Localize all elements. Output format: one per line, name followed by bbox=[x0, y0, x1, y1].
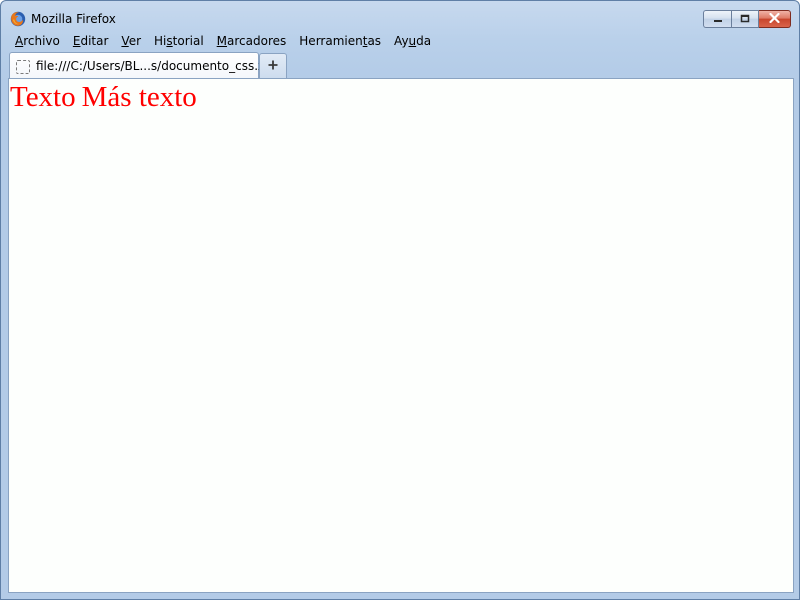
window-controls bbox=[703, 10, 791, 28]
tab-strip: file:///C:/Users/BL...s/documento_css.xm… bbox=[7, 52, 793, 78]
tab-documento-css[interactable]: file:///C:/Users/BL...s/documento_css.xm… bbox=[9, 52, 280, 78]
minimize-button[interactable] bbox=[703, 10, 731, 28]
menu-ayuda[interactable]: Ayuda bbox=[387, 32, 437, 50]
menu-ver[interactable]: Ver bbox=[114, 32, 147, 50]
new-tab-button[interactable] bbox=[259, 53, 287, 78]
browser-window: Mozilla Firefox Archivo Editar Ver Histo… bbox=[0, 0, 800, 600]
close-button[interactable] bbox=[759, 10, 791, 28]
menu-bar: Archivo Editar Ver Historial Marcadores … bbox=[8, 32, 437, 50]
text-span-2: Más texto bbox=[81, 81, 197, 113]
page-content: Texto Más texto bbox=[8, 78, 794, 593]
blank-page-icon bbox=[16, 60, 30, 74]
window-title: Mozilla Firefox bbox=[31, 12, 116, 26]
title-bar[interactable]: Mozilla Firefox bbox=[1, 1, 799, 31]
close-icon bbox=[769, 12, 780, 26]
text-span-1: Texto bbox=[10, 81, 76, 113]
minimize-icon bbox=[713, 12, 723, 26]
maximize-button[interactable] bbox=[731, 10, 759, 28]
maximize-icon bbox=[740, 12, 750, 26]
menu-marcadores[interactable]: Marcadores bbox=[210, 32, 293, 50]
tab-title: file:///C:/Users/BL...s/documento_css.xm… bbox=[36, 59, 281, 73]
menu-historial[interactable]: Historial bbox=[147, 32, 210, 50]
menu-archivo[interactable]: Archivo bbox=[8, 32, 66, 50]
firefox-icon bbox=[10, 11, 26, 27]
plus-icon bbox=[267, 58, 279, 74]
document-text: Texto Más texto bbox=[10, 81, 197, 114]
menu-herramientas[interactable]: Herramientas bbox=[292, 32, 387, 50]
menu-editar[interactable]: Editar bbox=[66, 32, 115, 50]
